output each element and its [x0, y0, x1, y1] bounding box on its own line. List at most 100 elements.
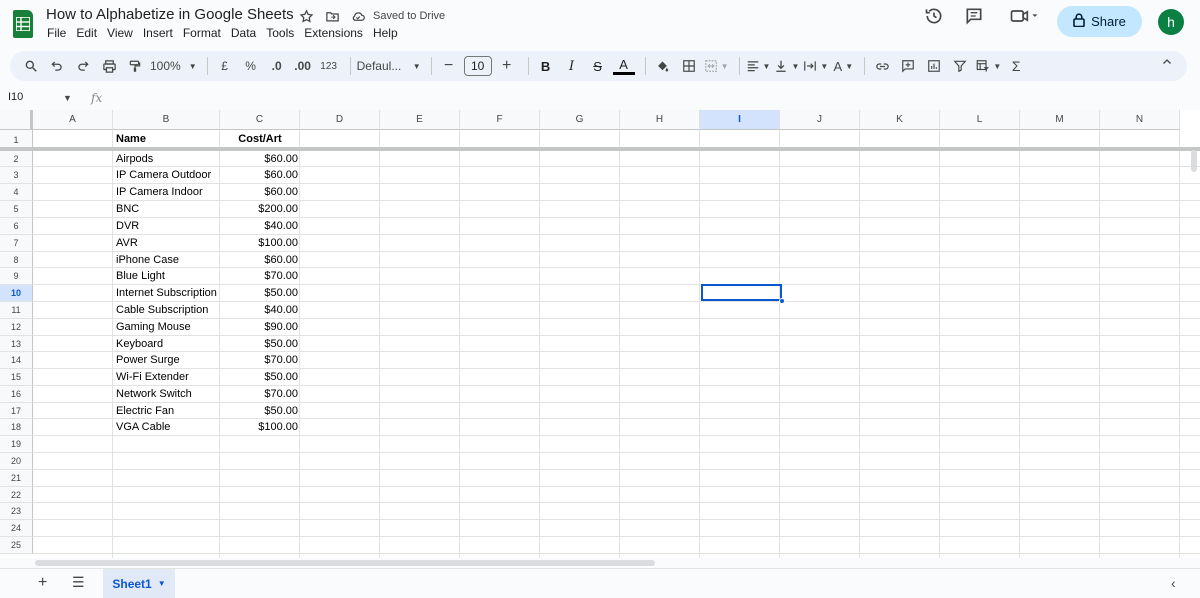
cell-c7[interactable]: $100.00 — [222, 235, 298, 251]
column-header-c[interactable]: C — [220, 110, 300, 130]
active-cell-selection[interactable] — [701, 284, 782, 301]
fill-color-icon[interactable] — [652, 54, 674, 78]
sheets-logo-icon[interactable] — [13, 10, 33, 38]
paint-format-icon[interactable] — [124, 54, 146, 78]
cell-c15[interactable]: $50.00 — [222, 369, 298, 385]
row-header-18[interactable]: 18 — [0, 419, 33, 436]
select-all-corner[interactable] — [0, 110, 33, 130]
column-header-a[interactable]: A — [33, 110, 113, 130]
column-header-f[interactable]: F — [460, 110, 540, 130]
chevron-down-icon[interactable]: ▼ — [63, 93, 72, 103]
chevron-down-icon[interactable]: ▼ — [158, 579, 166, 588]
undo-icon[interactable] — [46, 54, 68, 78]
comments-icon[interactable] — [963, 5, 985, 27]
cell-b17[interactable]: Electric Fan — [116, 403, 174, 419]
chevron-left-icon[interactable]: ‹ — [1171, 575, 1176, 591]
cell-c1[interactable]: Cost/Art — [222, 131, 298, 147]
row-header-9[interactable]: 9 — [0, 268, 33, 285]
italic-icon[interactable]: I — [561, 54, 583, 78]
row-header-20[interactable]: 20 — [0, 453, 33, 470]
cell-b10[interactable]: Internet Subscription — [116, 285, 217, 301]
increase-decimals-button[interactable]: .00 — [292, 54, 314, 78]
column-header-i[interactable]: I — [700, 110, 780, 130]
insert-link-icon[interactable] — [871, 54, 893, 78]
cell-b8[interactable]: iPhone Case — [116, 252, 179, 268]
text-color-icon[interactable]: A — [612, 57, 635, 75]
redo-icon[interactable] — [72, 54, 94, 78]
share-button[interactable]: Share — [1057, 6, 1142, 37]
font-size-input[interactable]: 10 — [463, 56, 492, 76]
row-header-6[interactable]: 6 — [0, 218, 33, 235]
cell-c6[interactable]: $40.00 — [222, 218, 298, 234]
cell-b4[interactable]: IP Camera Indoor — [116, 184, 203, 200]
menu-tools[interactable]: Tools — [266, 26, 294, 40]
sheet-tab[interactable]: Sheet1 ▼ — [103, 569, 175, 598]
cell-c8[interactable]: $60.00 — [222, 252, 298, 268]
row-header-23[interactable]: 23 — [0, 503, 33, 520]
name-box[interactable]: I10 — [8, 91, 23, 103]
functions-icon[interactable]: Σ — [1005, 54, 1027, 78]
cell-b11[interactable]: Cable Subscription — [116, 302, 208, 318]
more-formats-button[interactable]: 123 — [318, 54, 340, 78]
frozen-row-divider[interactable] — [0, 147, 1200, 151]
row-header-11[interactable]: 11 — [0, 302, 33, 319]
borders-icon[interactable] — [678, 54, 700, 78]
horizontal-scrollbar[interactable] — [35, 560, 655, 566]
cell-c18[interactable]: $100.00 — [222, 419, 298, 435]
text-wrapping-icon[interactable]: ▼ — [803, 54, 828, 78]
search-menus-icon[interactable] — [20, 54, 42, 78]
menu-edit[interactable]: Edit — [76, 26, 97, 40]
increase-font-size-icon[interactable]: + — [496, 54, 518, 78]
bold-icon[interactable]: B — [535, 54, 557, 78]
document-title[interactable]: How to Alphabetize in Google Sheets — [46, 6, 294, 23]
row-header-17[interactable]: 17 — [0, 403, 33, 419]
row-header-10[interactable]: 10 — [0, 285, 33, 302]
row-header-2[interactable]: 2 — [0, 151, 33, 167]
menu-file[interactable]: File — [47, 26, 66, 40]
row-header-12[interactable]: 12 — [0, 319, 33, 336]
row-header-16[interactable]: 16 — [0, 386, 33, 403]
fill-handle[interactable] — [779, 298, 785, 304]
avatar[interactable]: h — [1158, 9, 1184, 35]
cell-b12[interactable]: Gaming Mouse — [116, 319, 191, 335]
cell-b18[interactable]: VGA Cable — [116, 419, 170, 435]
cell-c4[interactable]: $60.00 — [222, 184, 298, 200]
decrease-decimals-button[interactable]: .0 — [266, 54, 288, 78]
row-header-25[interactable]: 25 — [0, 537, 33, 554]
filter-icon[interactable] — [949, 54, 971, 78]
row-header-15[interactable]: 15 — [0, 369, 33, 386]
row-header-3[interactable]: 3 — [0, 167, 33, 184]
star-icon[interactable] — [297, 7, 315, 25]
cell-c17[interactable]: $50.00 — [222, 403, 298, 419]
cell-c11[interactable]: $40.00 — [222, 302, 298, 318]
vertical-align-icon[interactable]: ▼ — [774, 54, 799, 78]
column-header-b[interactable]: B — [113, 110, 220, 130]
cloud-saved-icon[interactable] — [349, 7, 367, 25]
merge-cells-icon[interactable]: ▼ — [704, 54, 729, 78]
move-folder-icon[interactable] — [323, 7, 341, 25]
row-header-21[interactable]: 21 — [0, 470, 33, 487]
column-header-h[interactable]: H — [620, 110, 700, 130]
cell-b5[interactable]: BNC — [116, 201, 139, 217]
column-header-k[interactable]: K — [860, 110, 940, 130]
collapse-toolbar-icon[interactable] — [1161, 56, 1173, 71]
cell-b3[interactable]: IP Camera Outdoor — [116, 167, 211, 183]
row-header-22[interactable]: 22 — [0, 487, 33, 503]
all-sheets-icon[interactable]: ☰ — [72, 574, 85, 591]
cell-c2[interactable]: $60.00 — [222, 151, 298, 167]
cell-b7[interactable]: AVR — [116, 235, 138, 251]
row-header-5[interactable]: 5 — [0, 201, 33, 218]
column-header-n[interactable]: N — [1100, 110, 1180, 130]
vertical-scrollbar[interactable] — [1191, 150, 1197, 172]
cell-c12[interactable]: $90.00 — [222, 319, 298, 335]
spreadsheet-grid[interactable]: ABCDEFGHIJKLMN 1 2 3 4 5 6 7 8 9 10 11 12 13 14 15 16 17… — [0, 110, 1200, 558]
format-percent-button[interactable]: % — [240, 54, 262, 78]
strikethrough-icon[interactable]: S — [587, 54, 609, 78]
row-header-24[interactable]: 24 — [0, 520, 33, 537]
cell-c9[interactable]: $70.00 — [222, 268, 298, 284]
column-header-g[interactable]: G — [540, 110, 620, 130]
meet-icon[interactable] — [1006, 5, 1042, 27]
insert-comment-icon[interactable] — [897, 54, 919, 78]
menu-data[interactable]: Data — [231, 26, 256, 40]
cell-c13[interactable]: $50.00 — [222, 336, 298, 352]
